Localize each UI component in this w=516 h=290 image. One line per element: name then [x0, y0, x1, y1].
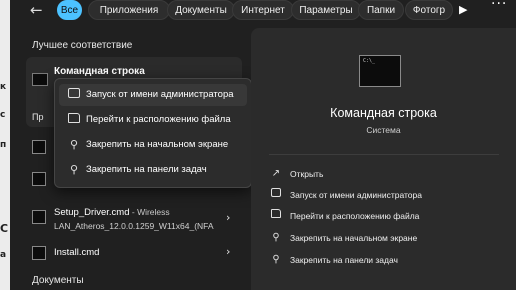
documents-heading: Документы — [32, 275, 84, 286]
open-icon: ↗ — [271, 168, 281, 179]
filter-chip-photos[interactable]: Фотогр — [405, 0, 453, 20]
menu-item-label: Закрепить на начальном экране — [86, 139, 229, 150]
background-text: с — [0, 110, 6, 120]
action-pin-taskbar[interactable]: ⚲ Закрепить на панели задач — [269, 253, 489, 269]
terminal-icon — [32, 246, 46, 260]
filter-chip-apps[interactable]: Приложения — [88, 0, 170, 20]
action-label: Запуск от имени администратора — [290, 190, 422, 200]
arrow-left-icon[interactable]: ← — [30, 1, 43, 19]
shield-icon — [269, 188, 283, 202]
pin-icon: ⚲ — [69, 163, 79, 176]
folder-icon — [67, 113, 81, 127]
action-label: Открыть — [290, 169, 324, 179]
action-pin-start[interactable]: ⚲ Закрепить на начальном экране — [269, 231, 489, 247]
shield-icon — [67, 88, 81, 102]
result-title: Setup_Driver.cmd — [54, 207, 130, 218]
pin-icon: ⚲ — [272, 254, 280, 265]
context-menu: Запуск от имени администратора Перейти к… — [54, 78, 252, 188]
action-label: Закрепить на начальном экране — [290, 233, 418, 243]
terminal-icon — [32, 210, 46, 224]
background-text: к — [0, 82, 7, 92]
scroll-right-icon[interactable]: ▶ — [459, 3, 467, 16]
preview-title: Командная строка — [330, 106, 437, 120]
search-panel: ← Все Приложения Документы Интернет Пара… — [10, 0, 516, 290]
menu-item-pin-start[interactable]: ⚲ Закрепить на начальном экране — [59, 134, 247, 156]
chevron-right-icon[interactable]: › — [226, 245, 230, 258]
menu-item-open-location[interactable]: Перейти к расположению файла — [59, 109, 247, 131]
action-label: Перейти к расположению файла — [290, 211, 420, 221]
terminal-icon — [359, 55, 401, 87]
folder-icon — [269, 209, 283, 223]
terminal-icon — [32, 172, 46, 186]
filter-chip-folders[interactable]: Папки — [358, 0, 404, 20]
pin-icon: ⚲ — [272, 232, 280, 243]
background-text: а — [0, 250, 7, 260]
menu-item-run-as-admin[interactable]: Запуск от имени администратора — [59, 84, 247, 106]
pin-icon: ⚲ — [69, 138, 79, 151]
background-window-strip: к с п С а — [0, 0, 10, 290]
action-open[interactable]: ↗ Открыть — [269, 167, 489, 183]
action-open-location[interactable]: Перейти к расположению файла — [269, 209, 489, 225]
result-setup-driver[interactable]: Setup_Driver.cmd - Wireless — [54, 207, 170, 218]
menu-item-label: Запуск от имени администратора — [86, 89, 234, 100]
terminal-icon — [32, 73, 48, 86]
menu-item-label: Закрепить на панели задач — [86, 164, 207, 175]
background-text: п — [0, 140, 7, 150]
filter-bar: ← Все Приложения Документы Интернет Пара… — [10, 0, 516, 22]
result-install[interactable]: Install.cmd — [54, 247, 99, 258]
preview-card: Командная строка Система ↗ Открыть Запус… — [251, 28, 516, 290]
preview-subtitle: Система — [366, 125, 401, 135]
best-match-title: Командная строка — [54, 66, 145, 77]
filter-chip-internet[interactable]: Интернет — [232, 0, 294, 20]
filter-chip-documents[interactable]: Документы — [167, 0, 235, 20]
more-options-icon[interactable]: ··· — [491, 0, 507, 12]
divider — [269, 154, 499, 155]
action-label: Закрепить на панели задач — [290, 255, 398, 265]
chevron-right-icon[interactable]: › — [226, 211, 230, 224]
best-match-heading: Лучшее соответствие — [32, 40, 133, 51]
filter-chip-all[interactable]: Все — [57, 0, 82, 20]
terminal-icon — [32, 140, 46, 154]
result-subtitle: - Wireless — [129, 207, 170, 217]
background-text: С — [0, 222, 9, 235]
action-run-as-admin[interactable]: Запуск от имени администратора — [269, 188, 489, 204]
section-heading-partial: Пр — [32, 112, 44, 122]
menu-item-label: Перейти к расположению файла — [86, 114, 231, 125]
filter-chip-settings[interactable]: Параметры — [291, 0, 361, 20]
result-path: LAN_Atheros_12.0.0.1259_W11x64_(NFA — [54, 221, 214, 231]
menu-item-pin-taskbar[interactable]: ⚲ Закрепить на панели задач — [59, 159, 247, 181]
